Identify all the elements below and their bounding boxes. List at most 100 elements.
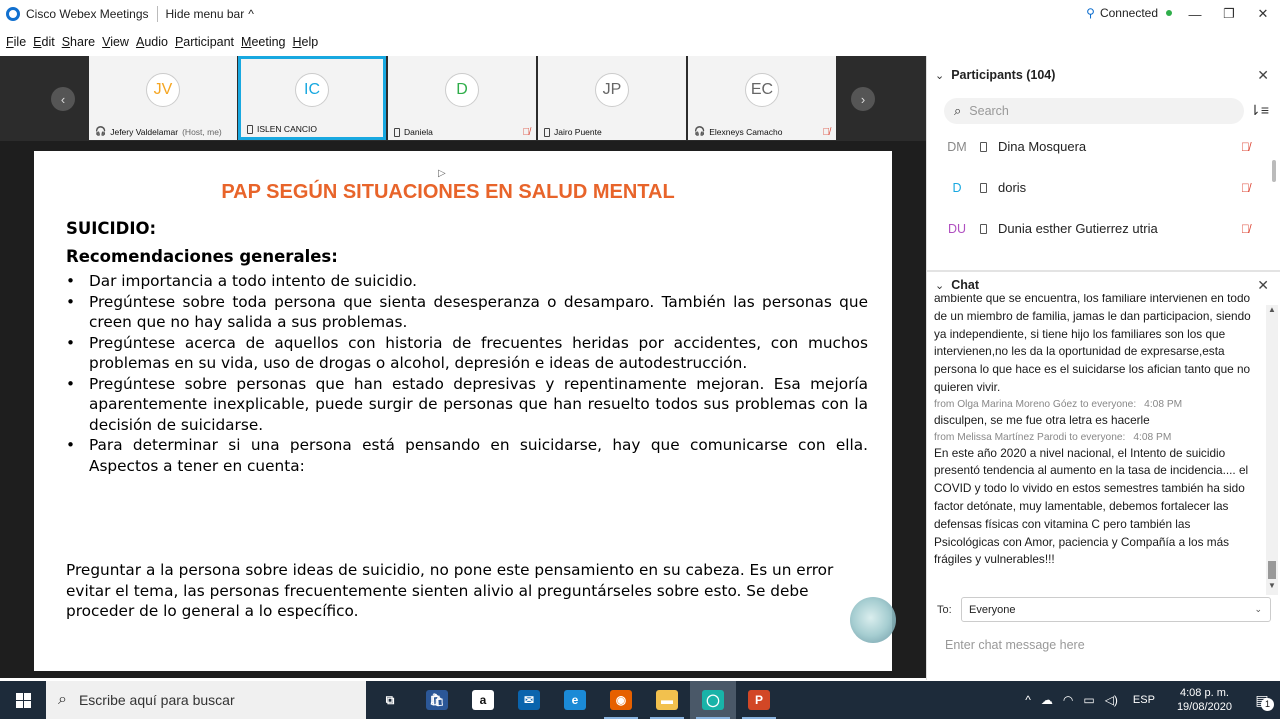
taskbar-amazon-button[interactable]: a [460, 681, 506, 719]
scroll-up-icon[interactable]: ▲ [1266, 305, 1278, 319]
language-indicator[interactable]: ESP [1133, 694, 1155, 706]
participant-name: Dunia esther Gutierrez utria [998, 221, 1158, 236]
floating-meeting-controls-icon[interactable] [850, 597, 896, 643]
chat-scroll-thumb[interactable] [1268, 561, 1276, 579]
menu-file[interactable]: File [6, 35, 26, 49]
clock-time: 4:08 p. m. [1180, 687, 1229, 699]
taskbar-search[interactable]: ⌕ Escribe aquí para buscar [46, 681, 366, 719]
clock-date: 19/08/2020 [1176, 701, 1232, 713]
restore-button[interactable]: ❐ [1212, 0, 1246, 28]
chat-timestamp: 4:08 PM [1133, 431, 1172, 443]
menu-meeting[interactable]: Meeting [241, 35, 285, 49]
taskbar-edge-button[interactable]: e [552, 681, 598, 719]
menu-view[interactable]: View [102, 35, 129, 49]
start-button[interactable] [0, 681, 46, 719]
video-filmstrip: ‹ JV 🎧 Jefery Valdelamar (Host, me) IC ISLEN … [0, 56, 926, 141]
show-hidden-icons-icon[interactable]: ^ [1025, 693, 1031, 707]
participant-row[interactable]: DU Dunia esther Gutierrez utria 🎙̸ [927, 208, 1272, 249]
muted-mic-icon[interactable]: 🎙̸ [1241, 222, 1250, 236]
store-icon: 🛍 [426, 690, 448, 710]
chat-sender: from Melissa Martínez Parodi to everyone… [934, 431, 1126, 443]
close-participants-icon[interactable]: ✕ [1257, 67, 1269, 84]
slide-bullet: Pregúntese acerca de aquellos con histor… [66, 333, 868, 374]
participant-name: Jairo Puente [554, 127, 602, 137]
taskbar-explorer-button[interactable]: ▬ [644, 681, 690, 719]
muted-mic-icon[interactable]: 🎙̸ [1241, 140, 1250, 154]
connection-label: Connected [1099, 6, 1158, 20]
system-tray: ^ ☁ ◠ ▭ ◁) ESP 4:08 p. m. 19/08/2020 ▤ 1 [1020, 681, 1280, 719]
slide-heading-recomendaciones: Recomendaciones generales: [66, 247, 338, 266]
phone-device-icon [247, 124, 253, 134]
participant-search-input[interactable] [969, 104, 1220, 118]
close-chat-icon[interactable]: ✕ [1257, 277, 1269, 294]
video-thumbnail[interactable]: D Daniela 🎙̸ [388, 56, 536, 140]
presentation-slide: ▷ PAP SEGÚN SITUACIONES EN SALUD MENTAL … [34, 151, 896, 671]
shared-content-area: ▷ PAP SEGÚN SITUACIONES EN SALUD MENTAL … [0, 141, 926, 678]
video-thumbnail[interactable]: EC 🎧 Elexneys Camacho 🎙̸ [688, 56, 836, 140]
video-thumbnail[interactable]: JV 🎧 Jefery Valdelamar (Host, me) [89, 56, 237, 140]
filmstrip-prev-button[interactable]: ‹ [51, 87, 75, 111]
headset-icon: 🎧 [694, 126, 706, 136]
participant-name: Daniela [404, 127, 433, 137]
chat-message-input[interactable] [945, 634, 1265, 656]
muted-mic-icon: 🎙̸ [522, 127, 531, 138]
menu-edit[interactable]: Edit [33, 35, 55, 49]
taskbar-task-view-button[interactable]: ⧉ [367, 681, 413, 719]
title-separator [156, 6, 158, 22]
chat-sender-line: from Olga Marina Moreno Góez to everyone… [934, 397, 1254, 412]
participant-name: Jefery Valdelamar [110, 126, 179, 137]
participant-row[interactable]: Ddoris 🎙̸ [927, 167, 1272, 208]
network-icon[interactable]: ◠ [1063, 693, 1073, 707]
webex-icon: ◯ [702, 690, 724, 710]
participant-avatar: IC [295, 73, 329, 107]
menu-help[interactable]: Help [293, 35, 319, 49]
volume-icon[interactable]: ◁) [1105, 693, 1118, 707]
participant-name: doris [998, 180, 1027, 195]
scroll-down-icon[interactable]: ▼ [1266, 581, 1278, 595]
video-thumbnail[interactable]: JP Jairo Puente [538, 56, 686, 140]
collapse-participants-icon[interactable]: ⌄ [935, 69, 944, 82]
side-panel: ⌄ Participants (104) ✕ ⌕ ⇂≡ DM Dina Mosqu… [926, 56, 1280, 680]
menu-participant[interactable]: Participant [175, 35, 234, 49]
taskbar-mail-button[interactable]: ✉ [506, 681, 552, 719]
chevron-down-icon: ⌄ [1254, 604, 1262, 614]
chat-message: En este año 2020 a nivel nacional, el In… [934, 445, 1249, 567]
chat-scrollbar[interactable]: ▲ ▼ [1266, 305, 1278, 595]
participant-avatar: DM [947, 139, 967, 154]
sort-icon[interactable]: ⇂≡ [1249, 102, 1269, 119]
slide-bullet: Dar importancia a todo intento de suicid… [66, 271, 868, 292]
collapse-chat-icon[interactable]: ⌄ [935, 279, 944, 292]
app-title: Cisco Webex Meetings [26, 7, 149, 21]
menu-share[interactable]: Share [62, 35, 95, 49]
battery-icon[interactable]: ▭ [1083, 693, 1094, 707]
taskbar-firefox-button[interactable]: ◉ [598, 681, 644, 719]
menu-audio[interactable]: Audio [136, 35, 168, 49]
muted-mic-icon[interactable]: 🎙̸ [1241, 181, 1250, 195]
taskbar-powerpoint-button[interactable]: P [736, 681, 782, 719]
participants-scrollbar[interactable] [1272, 160, 1276, 182]
minimize-button[interactable]: — [1178, 0, 1212, 28]
firefox-icon: ◉ [610, 690, 632, 710]
participant-search: ⌕ [944, 98, 1244, 124]
taskbar-store-button[interactable]: 🛍 [414, 681, 460, 719]
phone-device-icon [394, 127, 400, 137]
taskbar-clock[interactable]: 4:08 p. m. 19/08/2020 [1177, 686, 1232, 714]
hide-menu-bar-button[interactable]: Hide menu bar ^ [166, 7, 254, 21]
chat-message: ambiente que se encuentra, los familiare… [934, 294, 1251, 394]
slide-bullet: Pregúntese sobre toda persona que sienta… [66, 292, 868, 333]
taskbar-webex-button[interactable]: ◯ [690, 681, 736, 719]
chat-recipient-select[interactable]: Everyone ⌄ [961, 597, 1271, 622]
connection-status[interactable]: ⚲ Connected [1086, 6, 1172, 20]
video-thumbnail[interactable]: IC ISLEN CANCIO [238, 56, 386, 140]
host-label: (Host, me) [182, 126, 222, 137]
phone-device-icon [980, 141, 987, 152]
explorer-icon: ▬ [656, 690, 678, 710]
mail-icon: ✉ [518, 690, 540, 710]
participant-row[interactable]: DM Dina Mosquera 🎙̸ [927, 126, 1272, 167]
participant-name: ISLEN CANCIO [257, 124, 317, 134]
close-button[interactable]: ✕ [1246, 0, 1280, 28]
notifications-button[interactable]: ▤ 1 [1244, 681, 1280, 719]
filmstrip-next-button[interactable]: › [851, 87, 875, 111]
onedrive-icon[interactable]: ☁ [1041, 693, 1053, 707]
chat-sender: from Olga Marina Moreno Góez to everyone… [934, 398, 1137, 410]
